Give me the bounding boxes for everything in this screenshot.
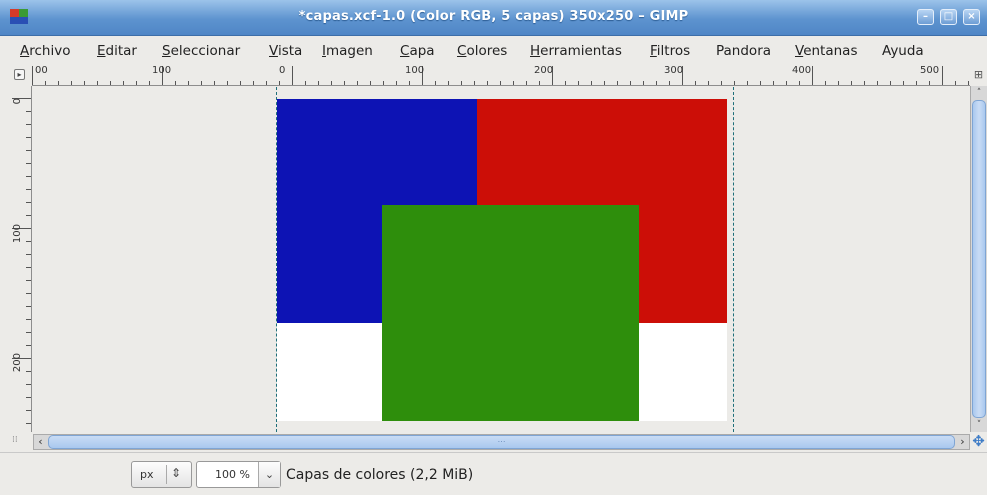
vertical-scroll-thumb[interactable] [972, 100, 986, 418]
title-bar[interactable]: *capas.xcf-1.0 (Color RGB, 5 capas) 350x… [0, 0, 987, 36]
menu-ayuda[interactable]: Ayuda [882, 43, 924, 59]
menu-ventanas[interactable]: Ventanas [795, 43, 857, 59]
close-button[interactable]: × [963, 9, 980, 25]
vruler-label: 100 [12, 224, 23, 244]
status-message: Capas de colores (2,2 MiB) [286, 467, 474, 483]
unit-value: px [140, 468, 154, 481]
zoom-dropdown-icon[interactable]: ⌄ [258, 462, 280, 487]
vertical-ruler-ticks [12, 98, 31, 424]
navigate-icon[interactable]: ⊞ [970, 64, 987, 86]
horizontal-scroll-row: ⁞⁞ ‹ ⋯ › ✥ [10, 432, 987, 452]
updown-icon: ⇕ [171, 466, 182, 480]
image-canvas[interactable] [33, 87, 970, 432]
ruler-corner: ▸ [10, 64, 32, 86]
move-icon[interactable]: ✥ [970, 433, 987, 450]
vruler-label: 0 [12, 98, 23, 105]
unit-select[interactable]: px ⇕ [131, 461, 192, 488]
zoom-combo[interactable]: 100 % ⌄ [196, 461, 281, 488]
horizontal-scrollbar[interactable]: ‹ ⋯ › [33, 434, 970, 450]
hruler-label: 400 [792, 65, 812, 76]
hruler-label: 00 [35, 65, 48, 76]
window-title: *capas.xcf-1.0 (Color RGB, 5 capas) 350x… [298, 9, 689, 24]
scroll-right-icon[interactable]: › [956, 435, 969, 449]
menu-vista[interactable]: Vista [269, 43, 302, 59]
scroll-up-icon[interactable]: ˄ [972, 87, 986, 99]
minimize-button[interactable]: – [917, 9, 934, 25]
image-surface[interactable] [277, 99, 727, 421]
menu-archivo[interactable]: Archivo [20, 43, 70, 59]
hruler-label: 500 [920, 65, 940, 76]
vertical-ruler[interactable]: 0 100 200 [10, 86, 32, 432]
hruler-label: 100 [405, 65, 425, 76]
quickmask-icon[interactable]: ⁞⁞ [12, 435, 30, 449]
layer-green [382, 205, 639, 421]
horizontal-ruler[interactable]: 00 100 0 100 200 300 400 500 [32, 64, 970, 86]
menu-arrow-icon[interactable]: ▸ [14, 69, 25, 80]
menu-filtros[interactable]: Filtros [650, 43, 690, 59]
scroll-left-icon[interactable]: ‹ [34, 435, 47, 449]
horizontal-scroll-thumb[interactable]: ⋯ [48, 435, 955, 449]
hruler-label: 200 [534, 65, 554, 76]
vruler-label: 200 [12, 353, 23, 373]
menu-seleccionar[interactable]: Seleccionar [162, 43, 240, 59]
menu-editar[interactable]: Editar [97, 43, 137, 59]
menu-capa[interactable]: Capa [400, 43, 435, 59]
status-bar: px ⇕ 100 % ⌄ Capas de colores (2,2 MiB) [0, 452, 987, 495]
guide-right[interactable] [733, 87, 734, 432]
scroll-down-icon[interactable]: ˅ [972, 419, 986, 431]
unit-divider [166, 465, 167, 484]
hruler-label: 300 [664, 65, 684, 76]
hruler-label: 0 [279, 65, 286, 76]
menu-pandora[interactable]: Pandora [716, 43, 771, 59]
horizontal-ruler-ticks [32, 66, 969, 85]
grip-icon: ⋯ [497, 437, 506, 446]
hruler-label: 100 [152, 65, 172, 76]
menu-imagen[interactable]: Imagen [322, 43, 373, 59]
maximize-button[interactable]: □ [940, 9, 957, 25]
guide-left[interactable] [276, 87, 277, 432]
zoom-value: 100 % [215, 468, 250, 481]
menu-bar: Archivo Editar Seleccionar Vista Imagen … [0, 37, 987, 64]
menu-herramientas[interactable]: Herramientas [530, 43, 622, 59]
menu-colores[interactable]: Colores [457, 43, 507, 59]
vertical-scrollbar[interactable]: ˄ ˅ [970, 86, 987, 432]
